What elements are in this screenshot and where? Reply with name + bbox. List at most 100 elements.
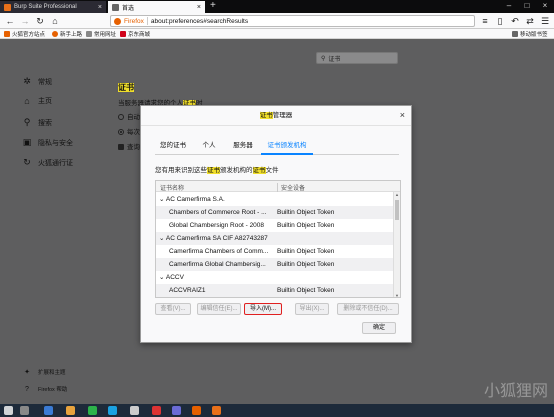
- taskbar-app-icon[interactable]: [130, 406, 139, 415]
- tree-row[interactable]: Global Chambersign Root - 2008 Builtin Ob…: [156, 219, 394, 232]
- sidebar-item-home[interactable]: ⌂ 主页: [22, 96, 52, 106]
- sidebar-item-search[interactable]: ⚲ 搜索: [22, 117, 52, 128]
- navigation-toolbar: ← → ↻ ⌂ Firefox about:preferences#search…: [0, 13, 554, 29]
- tab-strip: Burp Suite Professional × 首选 × + – □ ×: [0, 0, 554, 13]
- maximize-icon[interactable]: □: [518, 0, 536, 13]
- puzzle-icon: ✦: [24, 369, 30, 376]
- close-window-icon[interactable]: ×: [536, 0, 554, 13]
- bookmark-label: 移动版书签: [520, 32, 548, 38]
- scroll-up-icon[interactable]: ▲: [394, 192, 400, 197]
- taskbar-app-icon[interactable]: [66, 406, 75, 415]
- new-tab-icon[interactable]: +: [210, 0, 216, 12]
- close-tab-icon[interactable]: ×: [197, 4, 201, 11]
- url-separator: [146, 17, 148, 25]
- bookmark-item[interactable]: 火狐官方站点: [4, 30, 45, 38]
- minimize-icon[interactable]: –: [500, 0, 518, 13]
- expand-twisty-icon[interactable]: ⌄: [159, 274, 166, 281]
- tree-header: 证书名称 安全设备: [156, 181, 400, 192]
- column-header-device[interactable]: 安全设备: [277, 183, 305, 192]
- tree-row[interactable]: Camerfirma Chambers of Comm... Builtin Ob…: [156, 245, 394, 258]
- firefox-icon: [52, 31, 58, 37]
- url-bar[interactable]: Firefox about:preferences#searchResults: [110, 15, 475, 27]
- taskbar-app-icon[interactable]: [88, 406, 97, 415]
- expand-twisty-icon[interactable]: ⌄: [159, 196, 166, 203]
- certificate-name: Camerfirma Global Chambersig...: [169, 261, 266, 268]
- taskbar-burp-icon[interactable]: [212, 406, 221, 415]
- tree-group-row[interactable]: ⌄ ACCV: [156, 271, 394, 284]
- dialog-tabs: 您的证书 个人 服务器 证书颁发机构: [155, 139, 399, 155]
- start-icon[interactable]: [4, 406, 13, 415]
- export-button[interactable]: 导出(X)...: [295, 303, 329, 315]
- preferences-search-input[interactable]: ⚲ 证书: [316, 52, 398, 64]
- tab-burp-suite[interactable]: Burp Suite Professional ×: [0, 1, 106, 13]
- import-button[interactable]: 导入(M)...: [244, 303, 282, 315]
- security-device: Builtin Object Token: [277, 261, 335, 268]
- sidebar-item-sync[interactable]: ↻ 火狐通行证: [22, 157, 73, 168]
- bookmark-item[interactable]: 移动版书签: [512, 30, 548, 38]
- back-icon[interactable]: ←: [4, 15, 16, 27]
- ok-button[interactable]: 确定: [362, 322, 396, 334]
- radio-label: 每次: [127, 129, 140, 136]
- certificate-tree[interactable]: 证书名称 安全设备 ⌄ AC Camerfirma S.A. Chambers o…: [155, 180, 401, 298]
- scrollbar-thumb[interactable]: [395, 200, 399, 220]
- taskbar-app-icon[interactable]: [172, 406, 181, 415]
- reload-icon[interactable]: ↻: [34, 15, 46, 27]
- sidebar-item-help[interactable]: ? Firefox 帮助: [22, 385, 67, 394]
- sync-icon[interactable]: ⇄: [524, 15, 536, 27]
- sidebar-icon[interactable]: ▯: [494, 15, 506, 27]
- sidebar-item-general[interactable]: ✲ 常规: [22, 76, 52, 87]
- sidebar-item-label: 搜索: [38, 119, 52, 127]
- bookmark-item[interactable]: 常用网址: [86, 30, 116, 38]
- sidebar-item-label: 火狐通行证: [38, 159, 73, 167]
- bookmarks-toolbar: 火狐官方站点 新手上路 常用网址 京东商城 移动版书签: [0, 29, 554, 39]
- bookmark-item[interactable]: 新手上路: [52, 30, 82, 38]
- sync-icon: ↻: [23, 157, 31, 167]
- watermark: 小狐狸网: [483, 383, 548, 400]
- tab-servers[interactable]: 服务器: [229, 139, 257, 155]
- view-button[interactable]: 查看(V)...: [155, 303, 191, 315]
- expand-twisty-icon[interactable]: ⌄: [159, 235, 166, 242]
- home-icon: ⌂: [24, 96, 30, 106]
- radio-button[interactable]: [118, 129, 124, 136]
- bookmark-item[interactable]: 京东商城: [120, 30, 150, 38]
- sidebar-item-label: 常规: [38, 78, 52, 86]
- tree-group-row[interactable]: ⌄ AC Camerfirma SA CIF A82743287: [156, 232, 394, 245]
- taskbar-app-icon[interactable]: [108, 406, 117, 415]
- taskbar-app-icon[interactable]: [20, 406, 29, 415]
- undo-icon[interactable]: ↶: [509, 15, 521, 27]
- home-icon[interactable]: ⌂: [49, 15, 61, 27]
- close-tab-icon[interactable]: ×: [98, 4, 102, 11]
- sidebar-item-label: 扩展和主题: [38, 370, 66, 376]
- tab-preferences[interactable]: 首选 ×: [108, 1, 205, 13]
- tree-group-row[interactable]: ⌄ AC Camerfirma S.A.: [156, 193, 394, 206]
- tab-authorities[interactable]: 证书颁发机构: [261, 139, 313, 155]
- tree-row[interactable]: Chambers of Commerce Root - ... Builtin O…: [156, 206, 394, 219]
- section-heading: 证书: [118, 82, 203, 93]
- lock-icon: ▣: [22, 137, 32, 147]
- url-text[interactable]: about:preferences#searchResults: [151, 18, 248, 25]
- bookmark-label: 火狐官方站点: [12, 32, 46, 38]
- delete-distrust-button[interactable]: 删除或不信任(D)...: [337, 303, 399, 315]
- close-icon[interactable]: ×: [400, 110, 405, 120]
- sidebar-item-addons[interactable]: ✦ 扩展和主题: [22, 368, 66, 376]
- tab-your-certificates[interactable]: 您的证书: [155, 139, 191, 155]
- tree-row[interactable]: ACCVRAIZ1 Builtin Object Token: [156, 284, 394, 297]
- tree-scrollbar[interactable]: ▲ ▼: [393, 192, 400, 297]
- menu-icon[interactable]: ☰: [539, 15, 551, 27]
- tab-people[interactable]: 个人: [199, 139, 219, 155]
- tree-row[interactable]: Camerfirma Global Chambersig... Builtin O…: [156, 258, 394, 271]
- forward-icon[interactable]: →: [19, 15, 31, 27]
- certificate-name: AC Camerfirma SA CIF A82743287: [165, 235, 268, 242]
- checkbox[interactable]: [118, 144, 124, 151]
- library-icon[interactable]: ≡: [479, 15, 491, 27]
- radio-button[interactable]: [118, 114, 124, 121]
- certificate-name: ACCVRAIZ1: [169, 287, 206, 294]
- edit-trust-button[interactable]: 编辑信任(E)...: [197, 303, 241, 315]
- taskbar-app-icon[interactable]: [44, 406, 53, 415]
- taskbar-firefox-icon[interactable]: [192, 406, 201, 415]
- scroll-down-icon[interactable]: ▼: [394, 293, 400, 297]
- taskbar-app-icon[interactable]: [152, 406, 161, 415]
- column-header-name[interactable]: 证书名称: [160, 183, 184, 192]
- sidebar-item-privacy[interactable]: ▣ 隐私与安全: [22, 137, 73, 148]
- radio-label: 自动: [127, 114, 140, 121]
